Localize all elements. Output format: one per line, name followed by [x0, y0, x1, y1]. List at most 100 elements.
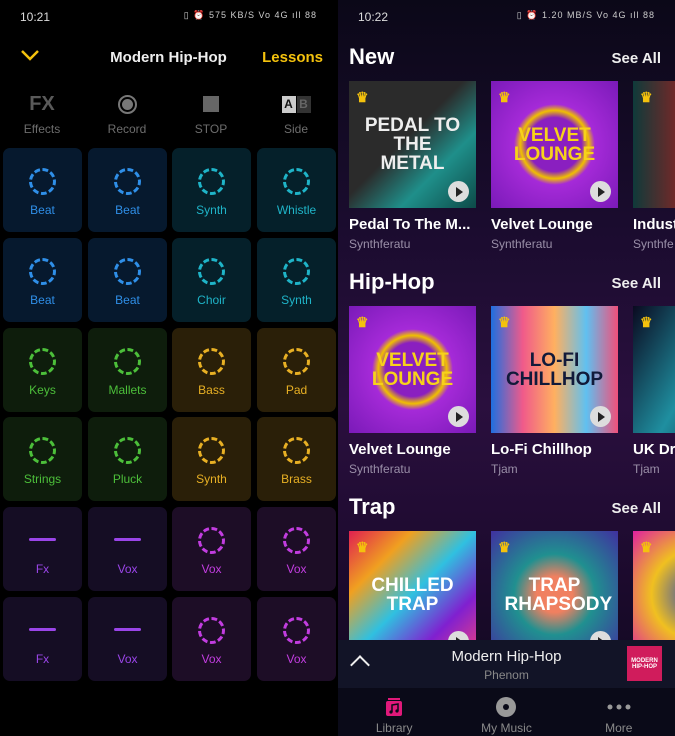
dashed-circle-icon: [198, 437, 225, 465]
artwork-text: VELVET LOUNGE: [513, 124, 596, 165]
artwork-text: VELVET LOUNGE: [371, 349, 454, 390]
dashed-circle-icon: [283, 437, 310, 465]
stop-icon: [203, 96, 219, 112]
pad-pad[interactable]: Pad: [257, 327, 336, 412]
crown-icon: ♛: [356, 89, 369, 105]
pad-vox[interactable]: Vox: [172, 507, 251, 592]
pad-beat[interactable]: Beat: [88, 237, 167, 322]
dashed-circle-icon: [283, 617, 310, 644]
nav-more-label: More: [605, 721, 633, 735]
pad-synth[interactable]: Synth: [172, 417, 251, 502]
album-card[interactable]: LO-FI CHILLHOP ♛ Lo-Fi Chillhop Tjam: [491, 306, 618, 476]
dashed-circle-icon: [283, 347, 310, 375]
status-indicators: ▯ ⏰ 575 KB/S Vo 4G ıll 88: [183, 10, 317, 20]
pad-label: Vox: [286, 562, 307, 577]
side-button[interactable]: AB Side: [256, 92, 336, 136]
dashed-circle-icon: [114, 437, 141, 465]
nav-library[interactable]: Library: [338, 688, 450, 736]
crown-icon: ♛: [640, 314, 653, 330]
pad-label: Keys: [29, 382, 56, 397]
dashed-circle-icon: [29, 437, 56, 465]
effects-label: Effects: [23, 122, 61, 136]
artwork-text: TRAP RHAPSODY: [504, 574, 613, 615]
album-card[interactable]: VELVET LOUNGE ♛ Velvet Lounge Synthferat…: [491, 81, 618, 251]
pad-fx[interactable]: Fx: [3, 507, 82, 592]
album-card[interactable]: VELVET LOUNGE ♛ Velvet Lounge Synthferat…: [349, 306, 476, 476]
album-artwork: VELVET LOUNGE ♛: [491, 81, 618, 208]
ab-side-icon: AB: [281, 95, 311, 113]
dashed-circle-icon: [283, 257, 310, 285]
crown-icon: ♛: [498, 314, 511, 330]
dash-icon: [29, 628, 56, 631]
pad-bass[interactable]: Bass: [172, 327, 251, 412]
pad-synth[interactable]: Synth: [257, 237, 336, 322]
pad-vox[interactable]: Vox: [88, 597, 167, 681]
artwork-text: D: [647, 350, 675, 390]
pad-label: Vox: [201, 652, 222, 666]
pad-vox[interactable]: Vox: [257, 507, 336, 592]
crown-icon: ♛: [640, 89, 653, 105]
pad-whistle[interactable]: Whistle: [257, 148, 336, 232]
pad-beat[interactable]: Beat: [3, 148, 82, 232]
side-label: Side: [283, 122, 309, 136]
pad-synth[interactable]: Synth: [172, 148, 251, 232]
nav-my-music[interactable]: My Music: [450, 688, 562, 736]
status-bar: 10:22 ▯ ⏰ 1.20 MB/S Vo 4G ıll 88: [358, 10, 655, 26]
pad-label: Synth: [196, 203, 227, 217]
play-icon[interactable]: [590, 181, 611, 202]
pad-pluck[interactable]: Pluck: [88, 417, 167, 502]
album-title: Velvet Lounge: [349, 441, 451, 458]
see-all-button[interactable]: See All: [612, 50, 661, 67]
pad-vox[interactable]: Vox: [257, 597, 336, 681]
album-card[interactable]: PEDAL TO THE METAL ♛ Pedal To The M... S…: [349, 81, 476, 251]
pad-vox[interactable]: Vox: [172, 597, 251, 681]
dashed-circle-icon: [283, 527, 310, 555]
pad-beat[interactable]: Beat: [3, 237, 82, 322]
album-artwork: VELVET LOUNGE ♛: [349, 306, 476, 433]
pad-label: Vox: [201, 562, 222, 577]
mini-player[interactable]: Modern Hip-Hop Phenom MODERN HIP-HOP: [338, 640, 675, 688]
dashed-circle-icon: [198, 168, 225, 195]
artwork-text: PEDAL TO THE METAL: [364, 115, 461, 174]
status-time: 10:22: [358, 10, 389, 24]
pad-vox[interactable]: Vox: [88, 507, 167, 592]
stop-button[interactable]: STOP: [171, 92, 251, 136]
play-icon[interactable]: [448, 406, 469, 427]
pad-choir[interactable]: Choir: [172, 237, 251, 322]
pad-player-screen: 10:21 ▯ ⏰ 575 KB/S Vo 4G ıll 88 Modern H…: [0, 0, 337, 736]
section-title: New: [349, 44, 395, 69]
dashed-circle-icon: [29, 257, 56, 285]
more-dots-icon: [607, 704, 631, 710]
pad-brass[interactable]: Brass: [257, 417, 336, 502]
nav-more[interactable]: More: [563, 688, 675, 736]
dashed-circle-icon: [198, 617, 225, 644]
pad-label: Fx: [35, 652, 50, 666]
status-time: 10:21: [20, 10, 51, 24]
section-title: Trap: [349, 494, 396, 519]
pad-label: Fx: [35, 562, 50, 577]
pad-fx[interactable]: Fx: [3, 597, 82, 681]
album-artist: Synthferatu: [349, 237, 411, 251]
dash-icon: [114, 628, 141, 631]
pad-mallets[interactable]: Mallets: [88, 327, 167, 412]
album-title: Velvet Lounge: [491, 216, 593, 233]
lessons-button[interactable]: Lessons: [262, 49, 323, 66]
dashed-circle-icon: [114, 347, 141, 375]
artwork-text: LO-FI CHILLHOP: [505, 349, 604, 390]
pad-label: Pluck: [112, 472, 143, 487]
pad-keys[interactable]: Keys: [3, 327, 82, 412]
effects-button[interactable]: FX Effects: [2, 92, 82, 137]
album-card[interactable]: R ♛ Indust Synthfe: [633, 81, 675, 251]
album-artwork: R ♛: [633, 81, 675, 208]
bottom-nav: Library My Music More: [338, 688, 675, 736]
dashed-circle-icon: [114, 168, 141, 195]
play-icon[interactable]: [448, 181, 469, 202]
see-all-button[interactable]: See All: [612, 500, 661, 517]
crown-icon: ♛: [356, 314, 369, 330]
play-icon[interactable]: [590, 406, 611, 427]
pad-beat[interactable]: Beat: [88, 148, 167, 232]
pad-strings[interactable]: Strings: [3, 417, 82, 502]
album-card[interactable]: D ♛ UK Dri Tjam: [633, 306, 675, 476]
see-all-button[interactable]: See All: [612, 275, 661, 292]
record-button[interactable]: Record: [87, 92, 167, 136]
